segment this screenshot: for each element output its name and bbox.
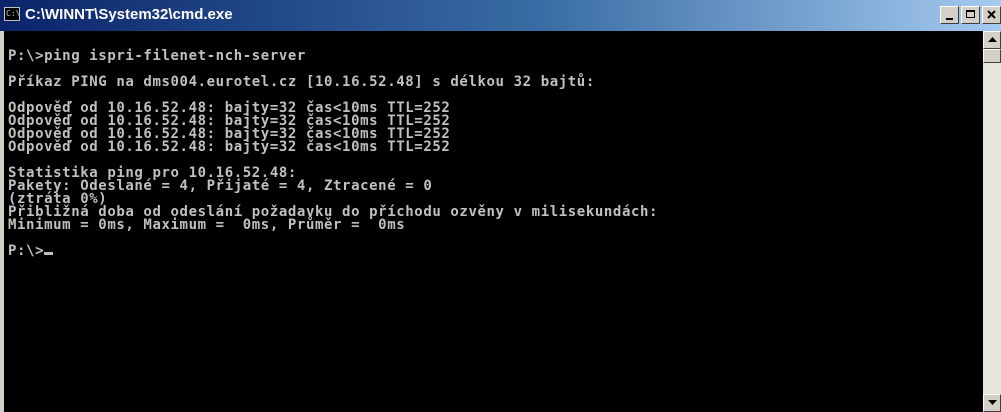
console-line: Minimum = 0ms, Maximum = 0ms, Průměr = 0…	[8, 217, 406, 233]
console-line: Odpověď od 10.16.52.48: bajty=32 čas<10m…	[8, 139, 451, 155]
title-bar[interactable]: C:\ C:\WINNT\System32\cmd.exe	[0, 0, 1001, 31]
vertical-scrollbar[interactable]	[983, 31, 1001, 412]
cmd-icon[interactable]: C:\	[4, 7, 20, 21]
prompt-text: P:\>	[8, 243, 45, 259]
command-prompt[interactable]: P:\>	[8, 243, 983, 259]
window-title: C:\WINNT\System32\cmd.exe	[25, 6, 233, 23]
cmd-window: C:\ C:\WINNT\System32\cmd.exe P:\>ping i…	[0, 0, 1001, 412]
maximize-button[interactable]	[961, 6, 980, 24]
arrow-up-icon	[988, 37, 997, 42]
scrollbar-thumb[interactable]	[983, 49, 1001, 63]
minimize-button[interactable]	[940, 6, 959, 24]
close-button[interactable]	[982, 6, 1001, 24]
console-output[interactable]: P:\>ping ispri-filenet-nch-server Příkaz…	[4, 31, 983, 412]
console-line: Pakety: Odeslané = 4, Přijaté = 4, Ztrac…	[8, 178, 433, 194]
close-icon	[987, 10, 996, 19]
console-line: Příkaz PING na dms004.eurotel.cz [10.16.…	[8, 74, 595, 90]
scroll-down-button[interactable]	[983, 394, 1001, 412]
text-cursor	[44, 252, 54, 255]
arrow-down-icon	[988, 400, 997, 405]
scroll-up-button[interactable]	[983, 31, 1001, 49]
console-line: P:\>ping ispri-filenet-nch-server	[8, 48, 306, 64]
window-controls	[938, 6, 1001, 25]
